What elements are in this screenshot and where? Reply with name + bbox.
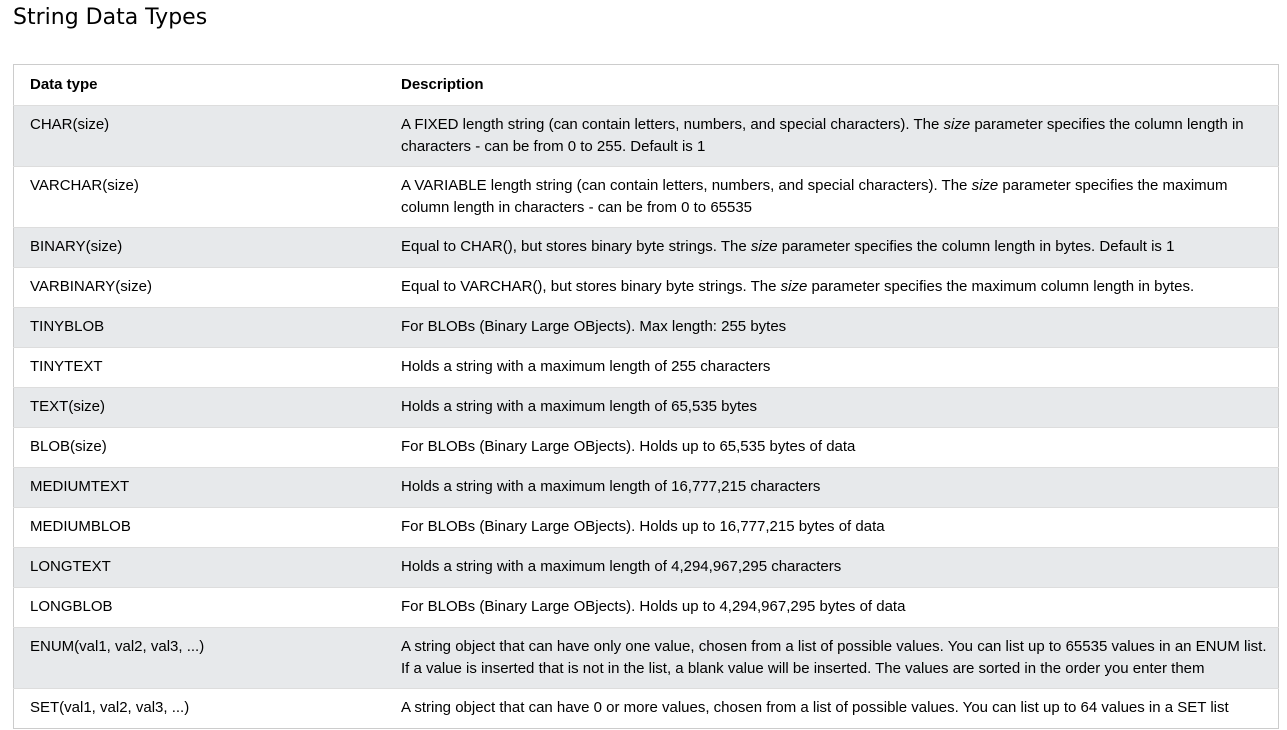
table-row: SET(val1, val2, val3, ...) A string obje… (13, 688, 1279, 729)
table-row: TEXT(size) Holds a string with a maximum… (13, 387, 1279, 428)
description-text: Equal to VARCHAR(), but stores binary by… (401, 278, 781, 295)
description-cell: For BLOBs (Binary Large OBjects). Holds … (385, 427, 1279, 468)
data-type-cell: TEXT(size) (13, 387, 385, 428)
table-row: TINYTEXT Holds a string with a maximum l… (13, 347, 1279, 388)
description-cell: Equal to VARCHAR(), but stores binary by… (385, 267, 1279, 308)
data-type-cell: ENUM(val1, val2, val3, ...) (13, 627, 385, 689)
description-cell: A string object that can have only one v… (385, 627, 1279, 689)
data-type-cell: CHAR(size) (13, 105, 385, 167)
data-type-cell: BLOB(size) (13, 427, 385, 468)
description-cell: Holds a string with a maximum length of … (385, 547, 1279, 588)
data-type-cell: MEDIUMTEXT (13, 467, 385, 508)
description-cell: Equal to CHAR(), but stores binary byte … (385, 227, 1279, 268)
table-row: TINYBLOB For BLOBs (Binary Large OBjects… (13, 307, 1279, 348)
table-row: MEDIUMBLOB For BLOBs (Binary Large OBjec… (13, 507, 1279, 548)
parameter-name: size (750, 238, 778, 255)
data-type-cell: VARBINARY(size) (13, 267, 385, 308)
table-row: BINARY(size) Equal to CHAR(), but stores… (13, 227, 1279, 268)
description-text: parameter specifies the maximum column l… (807, 278, 1195, 295)
data-type-cell: LONGBLOB (13, 587, 385, 628)
description-cell: For BLOBs (Binary Large OBjects). Holds … (385, 587, 1279, 628)
table-row: BLOB(size) For BLOBs (Binary Large OBjec… (13, 427, 1279, 468)
data-type-cell: SET(val1, val2, val3, ...) (13, 688, 385, 729)
description-cell: For BLOBs (Binary Large OBjects). Holds … (385, 507, 1279, 548)
table-header-row: Data type Description (14, 65, 1279, 106)
table-row: VARCHAR(size) A VARIABLE length string (… (13, 166, 1279, 228)
parameter-name: size (971, 177, 999, 194)
table-row: ENUM(val1, val2, val3, ...) A string obj… (13, 627, 1279, 689)
column-header-description: Description (401, 76, 484, 93)
data-type-cell: TINYTEXT (13, 347, 385, 388)
description-cell: Holds a string with a maximum length of … (385, 347, 1279, 388)
description-text: parameter specifies the column length in… (777, 238, 1175, 255)
data-type-cell: VARCHAR(size) (13, 166, 385, 228)
parameter-name: size (780, 278, 808, 295)
description-text: Equal to CHAR(), but stores binary byte … (401, 238, 751, 255)
description-text: A VARIABLE length string (can contain le… (401, 177, 972, 194)
table-row: LONGTEXT Holds a string with a maximum l… (13, 547, 1279, 588)
page-title: String Data Types (13, 5, 208, 30)
description-cell: A VARIABLE length string (can contain le… (385, 166, 1279, 228)
description-cell: A string object that can have 0 or more … (385, 688, 1279, 729)
description-text: A FIXED length string (can contain lette… (401, 116, 944, 133)
data-type-cell: MEDIUMBLOB (13, 507, 385, 548)
description-cell: Holds a string with a maximum length of … (385, 387, 1279, 428)
description-cell: For BLOBs (Binary Large OBjects). Max le… (385, 307, 1279, 348)
table-row: MEDIUMTEXT Holds a string with a maximum… (13, 467, 1279, 508)
data-type-cell: BINARY(size) (13, 227, 385, 268)
parameter-name: size (943, 116, 971, 133)
description-cell: Holds a string with a maximum length of … (385, 467, 1279, 508)
description-cell: A FIXED length string (can contain lette… (385, 105, 1279, 167)
data-type-cell: TINYBLOB (13, 307, 385, 348)
string-data-types-table: Data type Description CHAR(size) A FIXED… (13, 64, 1279, 729)
data-type-cell: LONGTEXT (13, 547, 385, 588)
column-header-data-type: Data type (30, 76, 98, 93)
table-row: VARBINARY(size) Equal to VARCHAR(), but … (13, 267, 1279, 308)
table-row: CHAR(size) A FIXED length string (can co… (13, 105, 1279, 167)
table-row: LONGBLOB For BLOBs (Binary Large OBjects… (13, 587, 1279, 628)
